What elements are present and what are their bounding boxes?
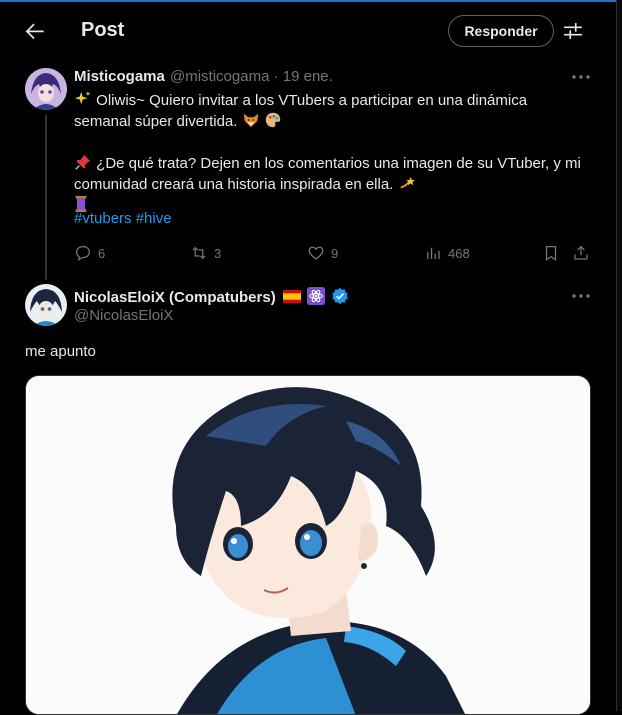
repost-icon — [192, 246, 206, 260]
palette-emoji-icon — [265, 112, 280, 128]
arrow-left-icon[interactable] — [22, 18, 48, 44]
post-date[interactable]: · 19 ene. — [274, 68, 333, 85]
views-count: 468 — [448, 245, 470, 261]
more-dots-icon[interactable] — [570, 291, 592, 301]
bookmark-icon[interactable] — [542, 244, 560, 262]
more-dots-icon[interactable] — [570, 72, 592, 82]
page-title: Post — [81, 19, 125, 41]
post-author-handle[interactable]: @misticogama · 19 ene. — [170, 68, 333, 85]
post-line-4: comunidad creará una historia inspirada … — [74, 174, 599, 195]
share-icon[interactable] — [572, 244, 590, 262]
dizzy-star-icon — [400, 176, 415, 189]
scrollbar-track[interactable] — [616, 0, 622, 711]
post-line-4-text: comunidad creará una historia inspirada … — [74, 176, 394, 193]
views-action[interactable]: 468 — [424, 244, 470, 262]
post-body: Oliwis~ Quiero invitar a los VTubers a p… — [74, 90, 599, 216]
vtuber-illustration — [26, 376, 590, 714]
comment-icon — [75, 245, 91, 262]
post-line-3-text: ¿De qué trata? Dejen en los comentarios … — [96, 155, 581, 172]
post-line-3: ¿De qué trata? Dejen en los comentarios … — [74, 153, 599, 174]
post-header: Post Responder — [0, 2, 615, 56]
post-line-2-text: semanal súper divertida. — [74, 113, 238, 130]
reply-author-avatar[interactable] — [25, 284, 67, 326]
reply-action[interactable]: 6 — [74, 244, 105, 262]
handle-text[interactable]: @misticogama — [170, 68, 269, 85]
verified-badge-icon[interactable] — [331, 287, 349, 305]
sparkles-icon — [74, 90, 91, 105]
reply-author-name-text[interactable]: NicolasEloiX (Compatubers) — [74, 289, 276, 306]
post-line-1-text: Oliwis~ Quiero invitar a los VTubers a p… — [96, 92, 528, 109]
reply-button[interactable]: Responder — [448, 15, 554, 47]
repost-action[interactable]: 3 — [190, 244, 221, 262]
author-avatar[interactable] — [25, 68, 67, 110]
fox-emoji-icon — [243, 113, 258, 128]
like-action[interactable]: 9 — [307, 244, 338, 262]
reply-attached-image[interactable] — [25, 375, 591, 715]
heart-icon — [308, 246, 324, 260]
post-line-2: semanal súper divertida. — [74, 111, 599, 132]
sliders-icon[interactable] — [562, 20, 584, 42]
repost-count: 3 — [214, 245, 222, 261]
reply-author-name[interactable]: NicolasEloiX (Compatubers) — [74, 287, 349, 306]
thread-line — [45, 115, 47, 280]
reply-author-handle[interactable]: @NicolasEloiX — [74, 307, 173, 324]
analytics-icon — [427, 247, 440, 259]
post-hashtags[interactable]: #vtubers #hive — [74, 210, 172, 227]
reply-body: me apunto — [25, 343, 96, 360]
post-author-name[interactable]: Misticogama — [74, 68, 165, 85]
atom-icon — [307, 287, 326, 305]
reply-count: 6 — [98, 245, 106, 261]
post-line-1: Oliwis~ Quiero invitar a los VTubers a p… — [74, 90, 599, 111]
pushpin-icon — [75, 154, 91, 170]
spain-flag-icon — [282, 290, 301, 303]
like-count: 9 — [331, 245, 339, 261]
